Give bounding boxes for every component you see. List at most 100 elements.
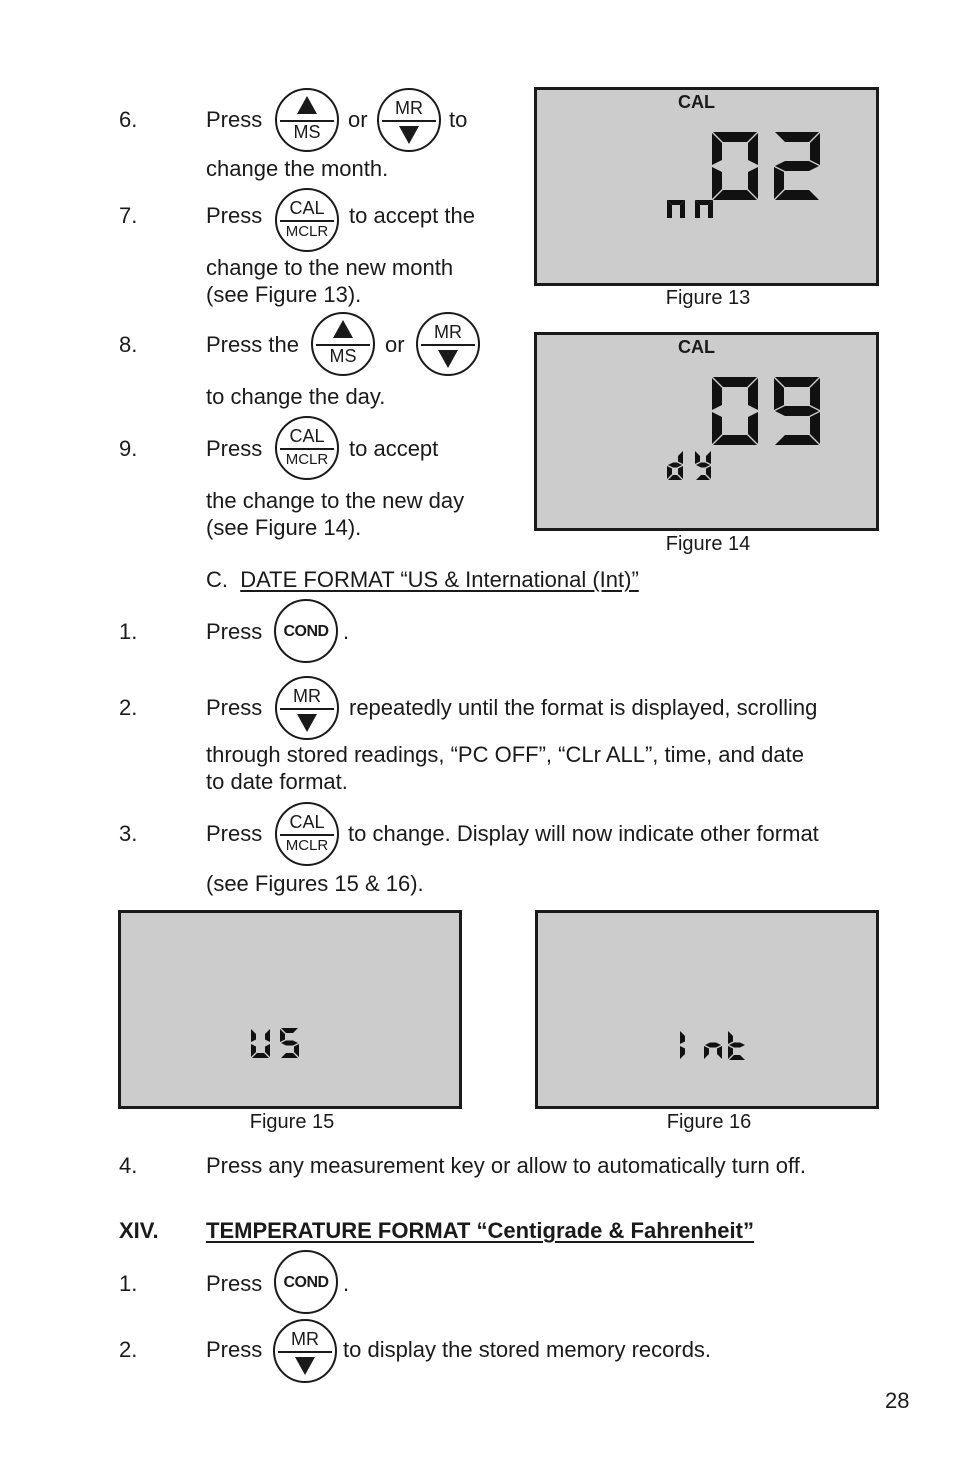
segment-c bbox=[717, 1046, 722, 1059]
segment-f bbox=[695, 451, 700, 464]
figure-caption: Figure 13 bbox=[665, 287, 751, 309]
lcd-char-n bbox=[667, 200, 685, 218]
segment-g bbox=[696, 462, 710, 468]
step-text: Press the bbox=[206, 332, 299, 357]
step-text: or bbox=[348, 107, 368, 132]
lcd-char-S bbox=[280, 1028, 299, 1058]
cal-mclr-key: CAL MCLR bbox=[275, 802, 339, 866]
step-text: Press bbox=[206, 619, 263, 644]
triangle-down-icon bbox=[399, 126, 419, 144]
segment-b bbox=[706, 451, 711, 464]
lcd-char-n bbox=[704, 1042, 722, 1059]
step-text: to display the stored memory records. bbox=[343, 1337, 712, 1362]
section-prefix: C. bbox=[206, 567, 228, 592]
cond-key: COND bbox=[274, 1250, 338, 1314]
key-label: CAL bbox=[289, 198, 325, 218]
mr-down-key: MR bbox=[275, 676, 339, 740]
step-text: (see Figure 13). bbox=[206, 282, 362, 307]
step-text: repeatedly until the format is displayed… bbox=[349, 695, 818, 720]
segment-e bbox=[680, 1046, 685, 1059]
step-text: Press bbox=[206, 203, 263, 228]
segment-g bbox=[729, 1042, 745, 1048]
key-label: CAL bbox=[289, 812, 325, 832]
key-label: MR bbox=[293, 686, 321, 706]
key-label: COND bbox=[283, 1274, 329, 1291]
step-number: 1. bbox=[119, 619, 138, 644]
key-label: MS bbox=[293, 122, 321, 142]
page-number: 28 bbox=[885, 1388, 910, 1413]
lcd-format-display bbox=[251, 1028, 299, 1058]
segment-g bbox=[281, 1040, 298, 1046]
key-label: CAL bbox=[289, 426, 325, 446]
segment-d bbox=[729, 1055, 745, 1060]
step-text: Press bbox=[206, 107, 263, 132]
step-number: 9. bbox=[119, 436, 138, 461]
lcd-char-U bbox=[251, 1029, 270, 1058]
step-text: change to the new month bbox=[206, 255, 454, 280]
step-text: Press bbox=[206, 1271, 263, 1296]
lcd-sub-label bbox=[667, 200, 713, 218]
lcd-char-n bbox=[695, 200, 713, 218]
step-text: to change. Display will now indicate oth… bbox=[348, 821, 819, 846]
step-text: Press any measurement key or allow to au… bbox=[206, 1153, 806, 1178]
step-text: through stored readings, “PC OFF”, “CLr … bbox=[206, 742, 804, 767]
segment-f bbox=[680, 1031, 685, 1044]
figure-caption: Figure 14 bbox=[665, 533, 751, 555]
step-text: to bbox=[449, 107, 468, 132]
step-number: 7. bbox=[119, 203, 138, 228]
key-label: MCLR bbox=[285, 223, 329, 240]
segment-d bbox=[281, 1053, 298, 1058]
section-title: TEMPERATURE FORMAT “Centigrade & Fahrenh… bbox=[206, 1218, 754, 1243]
segment-f bbox=[728, 1031, 733, 1044]
step-text: Press bbox=[206, 695, 263, 720]
step-text: to accept the bbox=[349, 203, 475, 228]
segment-a bbox=[281, 1028, 298, 1033]
triangle-up-icon bbox=[333, 320, 353, 338]
step-number: 4. bbox=[119, 1153, 138, 1178]
triangle-up-icon bbox=[297, 96, 317, 114]
key-label: MR bbox=[395, 98, 423, 118]
lcd-char-y bbox=[695, 451, 711, 480]
step-text: Press bbox=[206, 1337, 263, 1362]
lcd-sub-label bbox=[667, 451, 711, 480]
key-label: MCLR bbox=[285, 451, 329, 468]
cal-mclr-key: CAL MCLR bbox=[275, 188, 339, 252]
key-label: MS bbox=[329, 346, 357, 366]
step-text: the change to the new day bbox=[206, 488, 465, 513]
lcd-char-d bbox=[667, 451, 683, 480]
segment-b bbox=[265, 1029, 270, 1042]
step-number: 2. bbox=[119, 695, 138, 720]
section-numeral: XIV. bbox=[119, 1218, 159, 1243]
step-text: Press bbox=[206, 821, 263, 846]
key-label: MR bbox=[434, 322, 462, 342]
mr-down-key: MR bbox=[377, 88, 441, 152]
key-label: COND bbox=[283, 623, 329, 640]
figure-caption: Figure 16 bbox=[666, 1111, 752, 1133]
triangle-down-icon bbox=[295, 1357, 315, 1375]
key-label: MR bbox=[291, 1329, 319, 1349]
step-text: (see Figures 15 & 16). bbox=[206, 871, 424, 896]
lcd-char-t bbox=[728, 1031, 745, 1060]
section-title: DATE FORMAT “US & International (Int)” bbox=[240, 567, 639, 592]
segment-g bbox=[705, 1042, 721, 1048]
mr-down-key: MR bbox=[416, 312, 480, 376]
section-heading: C. DATE FORMAT “US & International (Int)… bbox=[206, 566, 639, 593]
step-text: . bbox=[343, 619, 350, 644]
triangle-down-icon bbox=[297, 714, 317, 732]
mr-down-key: MR bbox=[273, 1319, 337, 1383]
lcd-char-I bbox=[680, 1031, 685, 1059]
step-text: or bbox=[385, 332, 405, 357]
step-number: 3. bbox=[119, 821, 138, 846]
step-text: (see Figure 14). bbox=[206, 515, 362, 540]
step-text: change the month. bbox=[206, 156, 389, 181]
step-number: 8. bbox=[119, 332, 138, 357]
segment-b bbox=[678, 451, 683, 464]
step-text: to change the day. bbox=[206, 384, 386, 409]
step-number: 1. bbox=[119, 1271, 138, 1296]
key-label: MCLR bbox=[285, 837, 329, 854]
step-number: 6. bbox=[119, 107, 138, 132]
lcd-figure-14: CAL bbox=[534, 332, 879, 531]
cal-mclr-key: CAL MCLR bbox=[275, 416, 339, 480]
ms-up-key: MS bbox=[275, 88, 339, 152]
segment-g bbox=[668, 462, 682, 468]
